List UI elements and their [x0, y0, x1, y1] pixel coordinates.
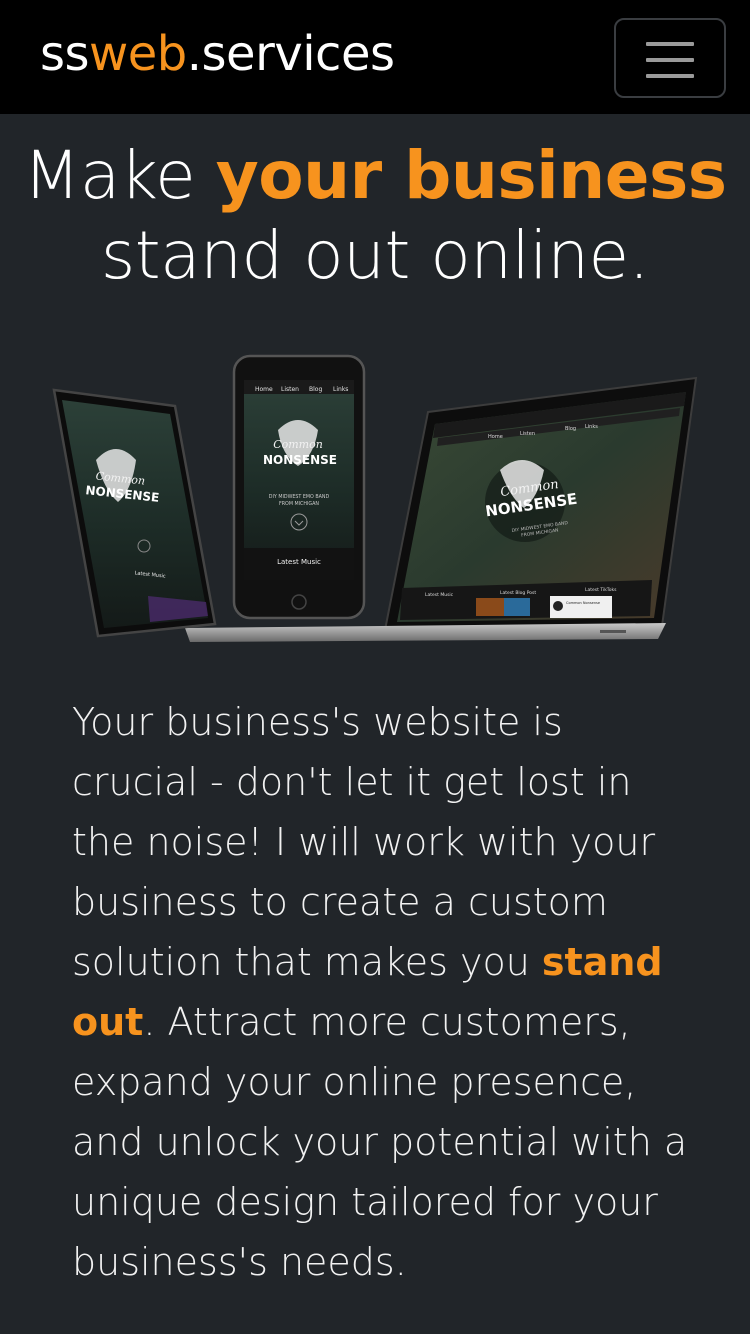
hamburger-menu-icon [646, 42, 694, 46]
hamburger-menu-button[interactable] [614, 18, 726, 98]
hero-heading: Make your business stand out online. [0, 136, 750, 296]
hero-line1-plain: Make [23, 137, 216, 214]
laptop-card-name: Common Nonsense [566, 601, 600, 605]
brand-suffix: .services [186, 26, 395, 82]
phone-brand-line1: Common [273, 438, 323, 451]
phone-nav-home: Home [255, 386, 273, 393]
phone-nav-blog: Blog [309, 386, 322, 393]
laptop-nav-links: Links [585, 424, 598, 430]
device-mockup-image: Home Listen Blog Links Common NONSENSE D… [52, 354, 698, 642]
tablet-device: Common NONSENSE Latest Music [52, 388, 217, 638]
phone-tagline-2: FROM MICHIGAN [279, 501, 319, 507]
brand-logo[interactable]: ssweb.services [40, 24, 395, 84]
body-paragraph: Your business's website is crucial - don… [72, 692, 692, 1292]
brand-accent: web [89, 26, 187, 82]
phone-latest-music: Latest Music [277, 558, 321, 566]
laptop-section-3: Latest TikToks [585, 587, 617, 593]
brand-prefix: ss [40, 26, 90, 82]
phone-tagline-1: DIY MIDWEST EMO BAND [269, 494, 330, 500]
laptop-section-1: Latest Music [425, 592, 454, 598]
body-text-after: . Attract more customers, expand your on… [72, 1000, 688, 1284]
laptop-nav-listen: Listen [520, 431, 535, 437]
phone-nav-links: Links [333, 386, 348, 393]
phone-brand-line2: NONSENSE [263, 453, 337, 467]
laptop-section-2: Latest Blog Post [500, 590, 536, 596]
laptop-nav-home: Home [488, 434, 503, 440]
phone-nav-listen: Listen [281, 386, 299, 393]
phone-device: Home Listen Blog Links Common NONSENSE D… [232, 354, 366, 620]
navbar: ssweb.services [0, 0, 750, 114]
hero-line2: stand out online. [100, 217, 650, 294]
laptop-nav-blog: Blog [565, 426, 576, 432]
hero-line1-accent: your business [215, 137, 727, 214]
